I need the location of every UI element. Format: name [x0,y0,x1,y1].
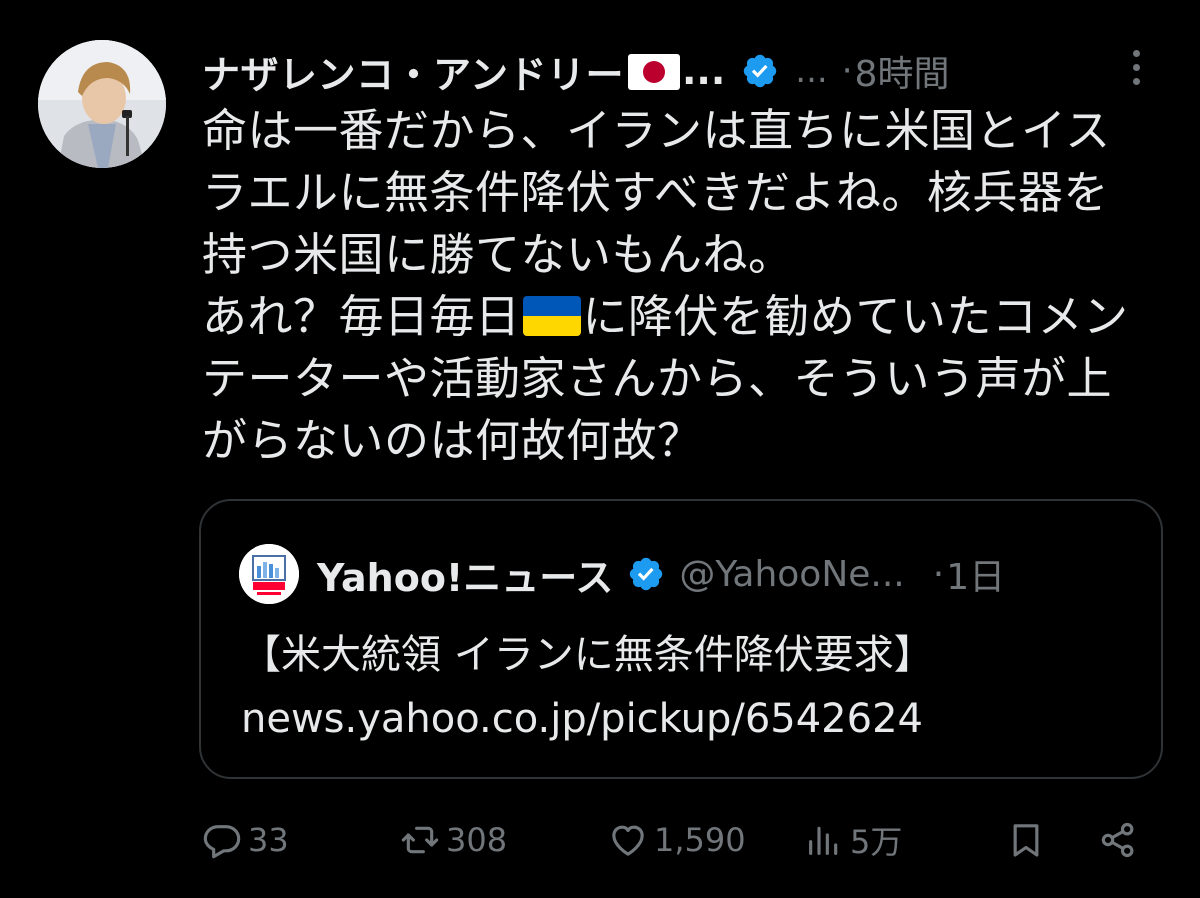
views-count: 5万 [850,823,903,861]
tweet-time[interactable]: 8時間 [855,45,950,97]
views-icon [804,820,844,860]
avatar[interactable] [38,40,166,168]
quoted-tweet-header: Yahoo!ニュース @YahooNe... · 1日 [239,539,1139,609]
share-icon [1098,820,1138,860]
body-line-part: あれ？毎日毎日 [202,290,521,343]
quoted-link[interactable]: news.yahoo.co.jp/pickup/6542624 [241,687,1141,751]
quoted-body: 【米大統領 イランに無条件降伏要求】 news.yahoo.co.jp/pick… [241,623,1141,751]
more-icon[interactable] [1128,50,1144,94]
body-line: 持つ米国に勝てないもんね。 [202,228,794,281]
repost-icon [400,820,440,860]
like-count: 1,590 [654,821,746,859]
header-separator: · [841,51,853,91]
quoted-headline: 【米大統領 イランに無条件降伏要求】 [241,632,934,678]
name-truncation: ... [681,49,726,93]
bookmark-button[interactable] [1006,812,1046,868]
bookmark-icon [1006,820,1046,860]
repost-count: 308 [446,821,508,859]
views-button[interactable]: 5万 [804,812,902,868]
quoted-handle[interactable]: @YahooNe... [679,554,904,595]
body-line: ラエルに無条件降伏すべきだよね。核兵器を [202,166,1109,219]
like-button[interactable]: 1,590 [608,812,746,868]
tweet-header: ナザレンコ・アンドリー ... ... · 8時間 [202,40,1162,102]
action-bar: 33 308 1,590 5万 [202,812,1152,868]
author-photo [38,40,166,168]
yahoo-news-logo-icon[interactable] [239,544,299,604]
japan-flag-emoji [627,54,680,90]
body-line-part: に降伏を勧めていたコメン [582,290,1129,343]
share-button[interactable] [1098,812,1138,868]
repost-button[interactable]: 308 [400,812,507,868]
reply-count: 33 [248,821,289,859]
quoted-separator: · [932,553,945,595]
ukraine-flag-emoji [522,296,581,336]
quoted-display-name[interactable]: Yahoo!ニュース [317,547,613,602]
quoted-tweet[interactable]: Yahoo!ニュース @YahooNe... · 1日 【米大統領 イランに無条… [199,499,1163,779]
like-icon [608,820,648,860]
reply-button[interactable]: 33 [202,812,289,868]
verified-icon[interactable] [741,52,779,90]
quoted-time[interactable]: 1日 [946,548,1005,600]
body-line: 命は一番だから、イランは直ちに米国とイス [202,104,1111,157]
reply-icon [202,820,242,860]
body-line: がらないのは何故何故？ [202,414,703,467]
body-line: テーターや活動家さんから、そういう声が上 [202,352,1113,405]
tweet[interactable]: ナザレンコ・アンドリー ... ... · 8時間 命は一番だから、イランは直ち… [0,0,1200,898]
verified-icon[interactable] [627,555,665,593]
author-handle[interactable]: ... [795,51,827,91]
body-line-with-emoji: あれ？毎日毎日 に降伏を勧めていたコメン [202,286,1177,348]
author-display-name[interactable]: ナザレンコ・アンドリー [202,44,624,99]
tweet-body: 命は一番だから、イランは直ちに米国とイス ラエルに無条件降伏すべきだよね。核兵器… [202,100,1177,472]
